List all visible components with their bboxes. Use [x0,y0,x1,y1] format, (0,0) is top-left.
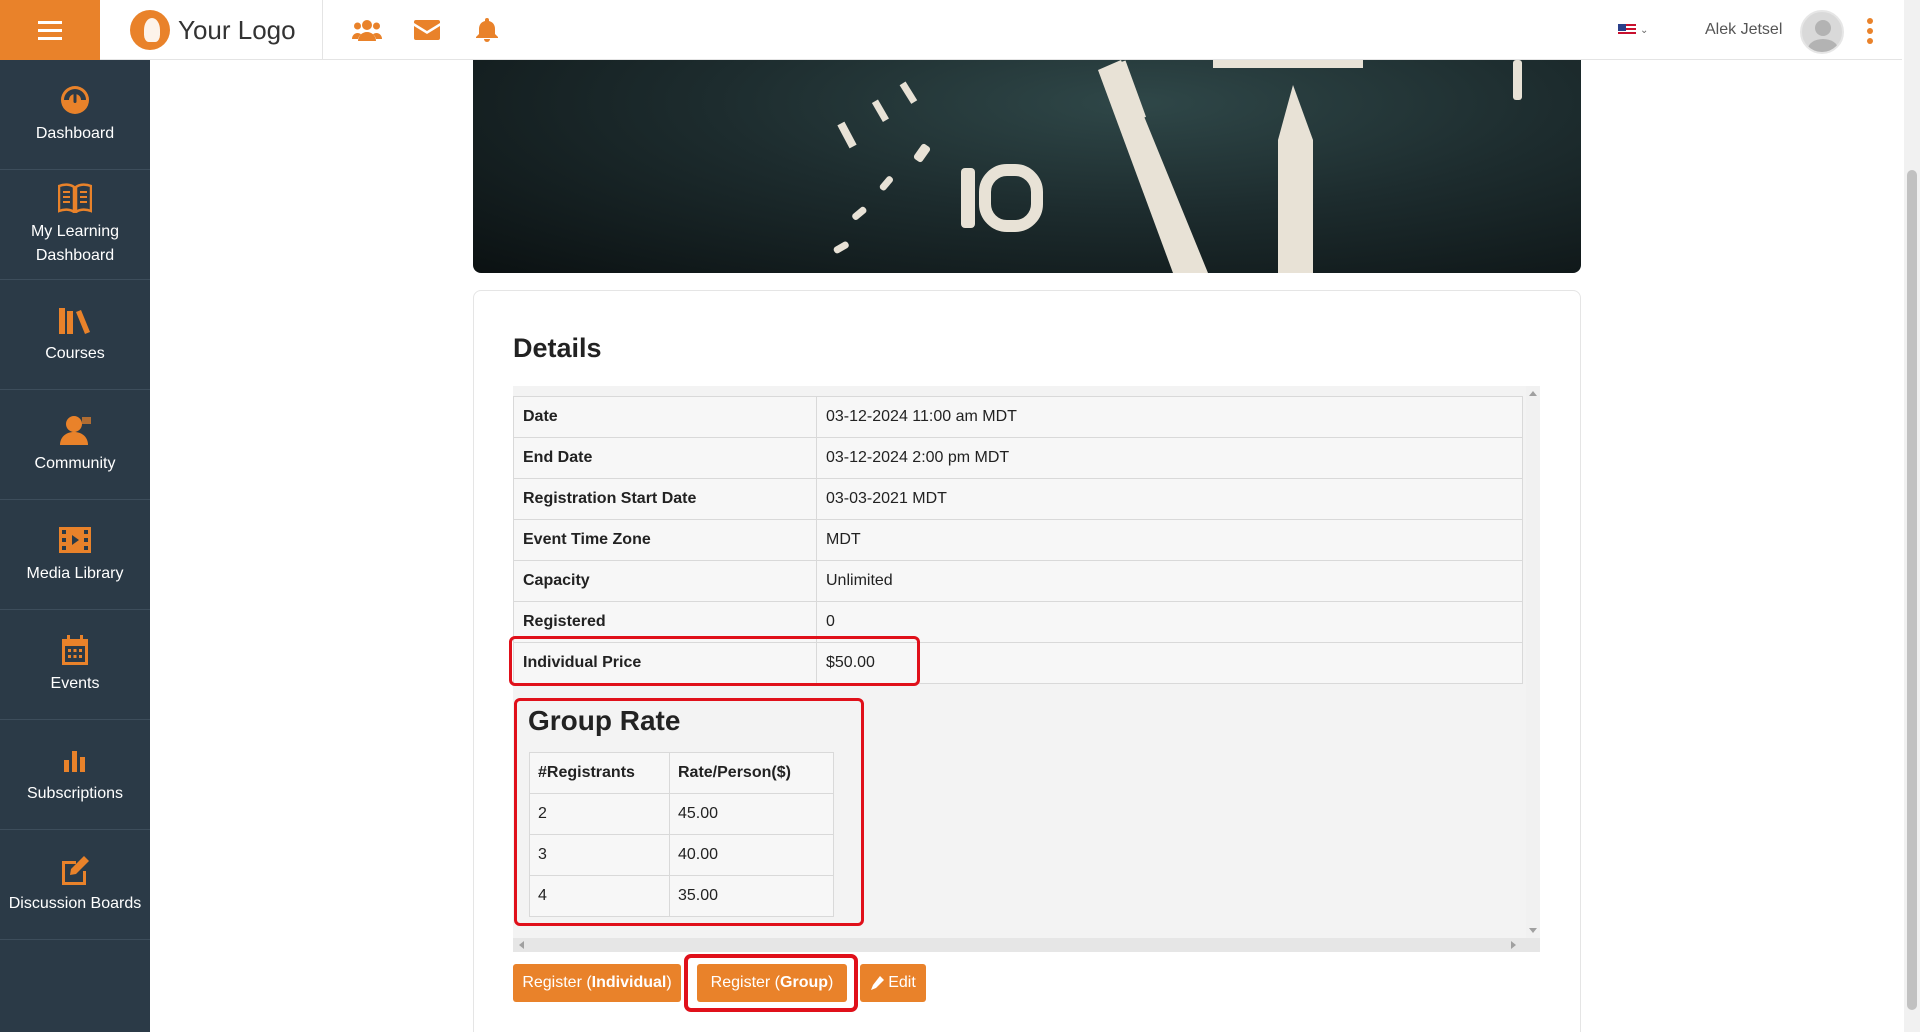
row-value: Unlimited [816,560,1523,602]
event-banner-image [473,60,1581,273]
sidebar-item-label: Discussion Boards [8,894,142,912]
table-row: Date 03-12-2024 11:00 am MDT [513,396,1523,438]
sidebar-item-media-library[interactable]: Media Library [0,500,150,610]
registrants-cell: 4 [529,875,670,917]
calendar-icon [58,634,92,666]
dashboard-gauge-icon [58,84,92,116]
chevron-down-icon: ⌄ [1640,24,1649,36]
button-label-bold: Individual [591,974,667,991]
table-row: 2 45.00 [529,793,834,835]
avatar[interactable] [1800,10,1844,54]
pencil-icon [871,976,885,990]
sidebar-item-community[interactable]: Community [0,390,150,500]
row-key: Individual Price [513,642,817,684]
film-icon [58,524,92,556]
vertical-scrollbar[interactable] [1526,386,1540,938]
details-title: Details [513,333,602,363]
registrants-cell: 3 [529,834,670,876]
row-value: 03-03-2021 MDT [816,478,1523,520]
row-value: 03-12-2024 11:00 am MDT [816,396,1523,438]
sidebar-item-my-learning-dashboard[interactable]: My Learning Dashboard [0,170,150,280]
table-row: Registration Start Date 03-03-2021 MDT [513,478,1523,520]
page-scrollbar-thumb[interactable] [1907,170,1917,1010]
user-name[interactable]: Alek Jetsel [1705,21,1782,39]
button-label-bold: Group [780,974,829,991]
scroll-right-icon[interactable] [1511,941,1516,949]
table-row: 3 40.00 [529,834,834,876]
button-label-suffix: ) [828,974,834,991]
table-row: End Date 03-12-2024 2:00 pm MDT [513,437,1523,479]
register-individual-button[interactable]: Register (Individual) [513,964,681,1002]
sidebar-item-label: Dashboard [35,124,115,142]
button-label-prefix: Register ( [522,974,592,991]
edit-label: Edit [888,974,916,991]
sidebar-item-discussion-boards[interactable]: Discussion Boards [0,830,150,940]
table-header-row: #Registrants Rate/Person($) [529,752,834,794]
top-icons [352,16,502,44]
rate-cell: 40.00 [669,834,834,876]
logo-text: Your Logo [178,14,296,45]
sidebar-item-events[interactable]: Events [0,610,150,720]
sidebar-item-label: Subscriptions [26,784,124,802]
row-key: Event Time Zone [513,519,817,561]
rate-cell: 45.00 [669,793,834,835]
table-row: Registered 0 [513,601,1523,643]
bar-chart-icon [58,744,92,776]
group-rate-table: #Registrants Rate/Person($) 2 45.00 3 40.00… [529,752,834,917]
button-label-prefix: Register ( [710,974,781,991]
logo-mark-icon [130,10,170,50]
sidebar-item-label: Media Library [26,564,124,582]
row-key: Date [513,396,817,438]
more-options-icon[interactable] [1866,18,1874,44]
column-header: #Registrants [529,752,670,794]
row-value: 03-12-2024 2:00 pm MDT [816,437,1523,479]
bell-icon[interactable] [472,16,502,44]
rate-cell: 35.00 [669,875,834,917]
sidebar: Dashboard My Learning Dashboard Courses … [0,60,150,1032]
us-flag-icon [1618,24,1636,36]
sidebar-item-label: Courses [45,344,105,362]
table-row: Event Time Zone MDT [513,519,1523,561]
sidebar-item-courses[interactable]: Courses [0,280,150,390]
sidebar-item-subscriptions[interactable]: Subscriptions [0,720,150,830]
row-key: Registration Start Date [513,478,817,520]
row-key: Registered [513,601,817,643]
mail-icon[interactable] [412,16,442,44]
hamburger-icon [38,20,62,40]
scroll-up-icon[interactable] [1529,391,1537,396]
open-book-icon [58,182,92,214]
register-group-button[interactable]: Register (Group) [697,964,847,1002]
language-selector[interactable]: ⌄ [1618,24,1648,36]
menu-toggle-button[interactable] [0,0,100,60]
people-icon[interactable] [352,16,382,44]
column-header: Rate/Person($) [669,752,834,794]
scroll-left-icon[interactable] [519,941,524,949]
edit-note-icon [58,854,92,886]
community-user-icon [58,414,92,446]
sidebar-item-dashboard[interactable]: Dashboard [0,60,150,170]
button-label-suffix: ) [666,974,672,991]
registrants-cell: 2 [529,793,670,835]
row-value: $50.00 [816,642,1523,684]
top-bar: Your Logo ⌄ Alek Jetsel [0,0,1902,60]
row-value: 0 [816,601,1523,643]
group-rate-title: Group Rate [528,705,681,736]
books-icon [58,304,92,336]
table-row: 4 35.00 [529,875,834,917]
sidebar-item-label: Community [34,454,116,472]
logo[interactable]: Your Logo [130,10,296,50]
sidebar-item-label: My Learning Dashboard [30,222,120,264]
sidebar-item-label: Events [50,674,100,692]
row-key: Capacity [513,560,817,602]
divider [322,0,323,60]
page-scrollbar[interactable] [1904,0,1920,1032]
table-row: Individual Price $50.00 [513,642,1523,684]
table-row: Capacity Unlimited [513,560,1523,602]
scroll-down-icon[interactable] [1529,928,1537,933]
details-table: Date 03-12-2024 11:00 am MDT End Date 03-1… [513,396,1523,684]
row-key: End Date [513,437,817,479]
edit-button[interactable]: Edit [860,964,926,1002]
horizontal-scrollbar[interactable] [513,938,1540,952]
row-value: MDT [816,519,1523,561]
